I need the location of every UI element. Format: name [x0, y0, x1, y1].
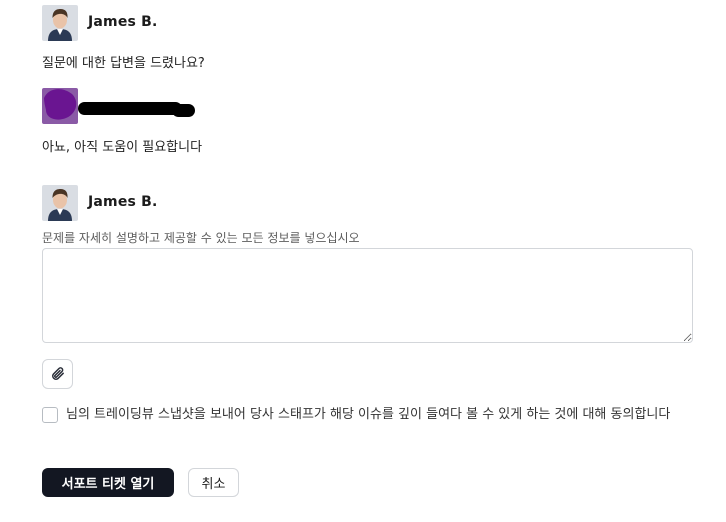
author-name: James B. — [88, 194, 158, 210]
description-label: 문제를 자세히 설명하고 제공할 수 있는 모든 정보를 넣으십시오 — [42, 231, 360, 245]
consent-checkbox[interactable] — [42, 407, 58, 423]
attach-file-button[interactable] — [42, 359, 73, 389]
redacted-username — [78, 100, 195, 118]
agent-avatar — [42, 185, 78, 221]
user-avatar — [42, 88, 78, 124]
message-text: 아뇨, 아직 도움이 필요합니다 — [42, 140, 203, 155]
description-textarea[interactable] — [42, 248, 693, 343]
agent-avatar — [42, 5, 78, 41]
message-text: 질문에 대한 답변을 드렸나요? — [42, 56, 205, 71]
author-name: James B. — [88, 14, 158, 30]
open-support-ticket-button[interactable]: 서포트 티켓 열기 — [42, 468, 174, 497]
consent-label: 님의 트레이딩뷰 스냅샷을 보내어 당사 스태프가 해당 이슈를 깊이 들여다 … — [66, 407, 671, 422]
paperclip-icon — [50, 366, 66, 382]
cancel-button[interactable]: 취소 — [188, 468, 239, 497]
